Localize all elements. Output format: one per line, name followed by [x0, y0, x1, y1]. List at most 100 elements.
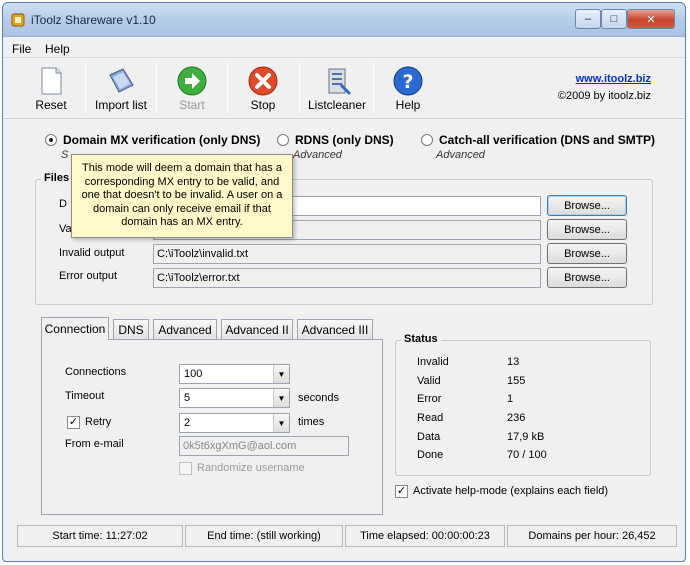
website-link[interactable]: www.itoolz.biz: [576, 73, 651, 85]
listcleaner-icon: [328, 68, 352, 96]
listcleaner-button[interactable]: Listcleaner: [305, 59, 369, 117]
status-done-label: Done: [417, 449, 444, 461]
help-tooltip: This mode will deem a domain that has a …: [71, 154, 293, 238]
connections-label: Connections: [65, 366, 127, 378]
status-group-label: Status: [401, 333, 441, 345]
status-read-value: 236: [507, 412, 526, 424]
error-output-field[interactable]: C:\iToolz\error.txt: [153, 268, 541, 288]
tab-advanced-iii[interactable]: Advanced III: [297, 319, 373, 340]
chevron-down-icon[interactable]: ▼: [273, 414, 289, 432]
stop-button[interactable]: Stop: [233, 59, 293, 117]
browse-invalid-button[interactable]: Browse...: [547, 243, 627, 264]
svg-text:?: ?: [402, 71, 413, 93]
mode-rdns-sub: Advanced: [293, 149, 342, 161]
chevron-down-icon[interactable]: ▼: [273, 365, 289, 383]
helpmode-checkbox[interactable]: ✓: [395, 485, 408, 498]
mode-catchall-label: Catch-all verification (DNS and SMTP): [439, 133, 656, 147]
timeout-label: Timeout: [65, 390, 105, 402]
tab-advanced-ii[interactable]: Advanced II: [221, 319, 293, 340]
tab-dns[interactable]: DNS: [113, 319, 149, 340]
retry-checkbox[interactable]: ✓: [67, 416, 80, 429]
toolbar-separator: [85, 63, 86, 113]
mode-mx-sub: S: [61, 149, 69, 161]
title-bar[interactable]: iToolz Shareware v1.10 – □ ✕: [3, 3, 685, 37]
browse-input-button[interactable]: Browse...: [547, 195, 627, 216]
error-output-label: Error output: [59, 270, 118, 282]
status-valid-label: Valid: [417, 375, 441, 387]
radio-button[interactable]: [277, 134, 289, 146]
status-error-value: 1: [507, 393, 514, 405]
minimize-icon: –: [584, 13, 592, 25]
mode-rdns-label: RDNS (only DNS): [295, 133, 394, 147]
connections-value: 100: [184, 368, 203, 380]
mode-catchall-radio[interactable]: Catch-all verification (DNS and SMTP): [421, 133, 655, 147]
status-error-label: Error: [417, 393, 442, 405]
maximize-icon: □: [610, 13, 618, 25]
mode-mx-radio[interactable]: Domain MX verification (only DNS): [45, 133, 260, 147]
import-icon: [109, 68, 134, 93]
green-arrow-icon: [177, 66, 207, 96]
retry-select[interactable]: 2 ▼: [179, 413, 290, 433]
connections-select[interactable]: 100 ▼: [179, 364, 290, 384]
red-x-icon: [248, 66, 278, 96]
browse-valid-button[interactable]: Browse...: [547, 219, 627, 240]
checkmark-icon: ✓: [396, 485, 407, 497]
toolbar-separator: [373, 63, 374, 113]
from-email-field[interactable]: 0k5t6xgXmG@aol.com: [179, 436, 349, 456]
retry-unit: times: [298, 416, 325, 428]
status-done-value: 70 / 100: [507, 449, 547, 461]
help-label: Help: [395, 98, 421, 112]
reset-label: Reset: [35, 98, 67, 112]
document-icon: [41, 67, 62, 95]
start-time: Start time: 11:27:02: [17, 525, 183, 547]
close-button[interactable]: ✕: [627, 9, 675, 29]
menu-bar: File Help: [3, 39, 685, 58]
randomize-checkbox[interactable]: [179, 462, 192, 475]
maximize-button[interactable]: □: [601, 9, 627, 29]
valid-output-label: Va: [59, 223, 72, 235]
browse-error-button[interactable]: Browse...: [547, 267, 627, 288]
radio-button[interactable]: [421, 134, 433, 146]
help-icon: ?: [393, 66, 423, 96]
menu-help[interactable]: Help: [45, 42, 70, 56]
minimize-button[interactable]: –: [575, 9, 601, 29]
tab-connection[interactable]: Connection: [41, 317, 109, 340]
app-icon: [11, 13, 25, 27]
stop-label: Stop: [250, 98, 276, 112]
copyright-text: ©2009 by itoolz.biz: [557, 90, 651, 102]
listcleaner-label: Listcleaner: [307, 98, 367, 112]
timeout-select[interactable]: 5 ▼: [179, 388, 290, 408]
import-list-button[interactable]: Import list: [89, 59, 153, 117]
reset-button[interactable]: Reset: [21, 59, 81, 117]
retry-value: 2: [184, 417, 191, 429]
invalid-output-label: Invalid output: [59, 247, 125, 259]
import-list-label: Import list: [94, 98, 147, 112]
randomize-label: Randomize username: [197, 462, 305, 474]
status-invalid-label: Invalid: [417, 356, 449, 368]
status-data-value: 17,9 kB: [507, 431, 545, 443]
time-elapsed: Time elapsed: 00:00:00:23: [345, 525, 505, 547]
status-bar: Start time: 11:27:02 End time: (still wo…: [3, 521, 685, 551]
toolbar-separator: [156, 63, 157, 113]
chevron-down-icon[interactable]: ▼: [273, 389, 289, 407]
end-time: End time: (still working): [185, 525, 343, 547]
toolbar: Reset Import list Start Stop Listcleaner…: [3, 59, 685, 119]
status-valid-value: 155: [507, 375, 526, 387]
radio-button-checked[interactable]: [45, 134, 57, 146]
helpmode-label: Activate help-mode (explains each field): [413, 485, 609, 497]
menu-file[interactable]: File: [12, 42, 31, 56]
timeout-unit: seconds: [298, 392, 339, 404]
tab-advanced[interactable]: Advanced: [153, 319, 217, 340]
start-label: Start: [179, 98, 205, 112]
mode-mx-label: Domain MX verification (only DNS): [63, 133, 261, 147]
toolbar-separator: [227, 63, 228, 113]
help-button[interactable]: ? Help: [379, 59, 437, 117]
start-button[interactable]: Start: [161, 59, 223, 117]
invalid-output-field[interactable]: C:\iToolz\invalid.txt: [153, 244, 541, 264]
status-read-label: Read: [417, 412, 444, 424]
input-file-label: D: [59, 198, 67, 210]
mode-rdns-radio[interactable]: RDNS (only DNS): [277, 133, 394, 147]
domains-per-hour: Domains per hour: 26,452: [507, 525, 677, 547]
mode-catchall-sub: Advanced: [436, 149, 485, 161]
window-title: iToolz Shareware v1.10: [31, 13, 156, 27]
